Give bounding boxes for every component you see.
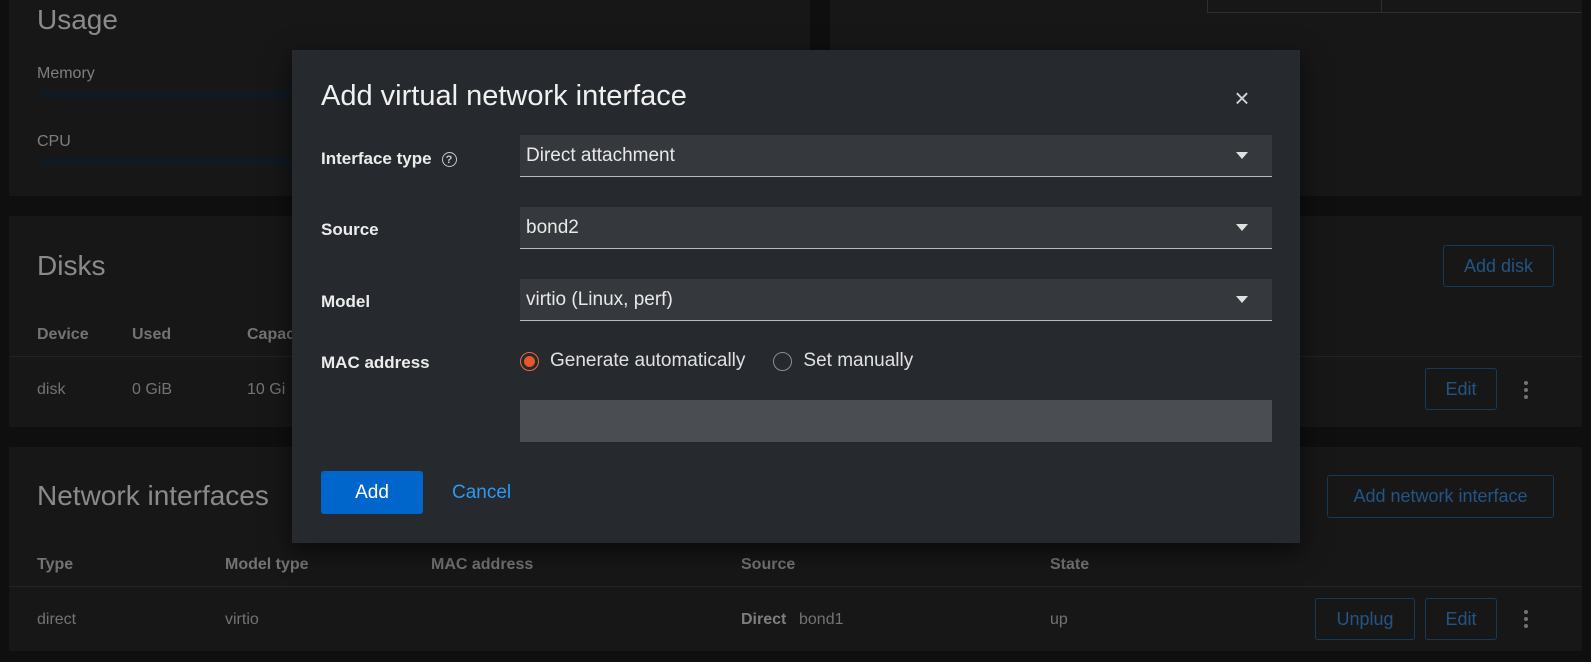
source-select[interactable]: bond2 [520, 207, 1272, 249]
set-manually-radio[interactable] [773, 351, 793, 371]
mac-address-input [520, 400, 1272, 442]
cancel-button[interactable]: Cancel [452, 471, 511, 514]
interface-type-label: Interface type? [321, 149, 457, 169]
add-network-interface-dialog: Add virtual network interface × Interfac… [292, 50, 1300, 543]
set-manually-label[interactable]: Set manually [803, 350, 913, 372]
interface-type-label-text: Interface type [321, 149, 432, 168]
model-label: Model [321, 292, 371, 311]
caret-down-icon [1236, 296, 1248, 303]
mac-radio-group: Generate automatically Set manually [520, 350, 941, 372]
add-button[interactable]: Add [321, 471, 423, 514]
source-label: Source [321, 220, 379, 239]
generate-automatically-radio[interactable] [520, 351, 539, 371]
caret-down-icon [1236, 152, 1248, 159]
source-value: bond2 [526, 216, 579, 238]
mac-address-label: MAC address [321, 353, 430, 372]
interface-type-select[interactable]: Direct attachment [520, 135, 1272, 177]
model-value: virtio (Linux, perf) [526, 288, 673, 310]
interface-type-value: Direct attachment [526, 144, 675, 166]
caret-down-icon [1236, 224, 1248, 231]
generate-automatically-label[interactable]: Generate automatically [550, 350, 745, 372]
help-icon[interactable]: ? [441, 152, 457, 168]
model-select[interactable]: virtio (Linux, perf) [520, 279, 1272, 321]
close-icon[interactable]: × [1232, 85, 1252, 111]
dialog-title: Add virtual network interface [321, 80, 687, 112]
